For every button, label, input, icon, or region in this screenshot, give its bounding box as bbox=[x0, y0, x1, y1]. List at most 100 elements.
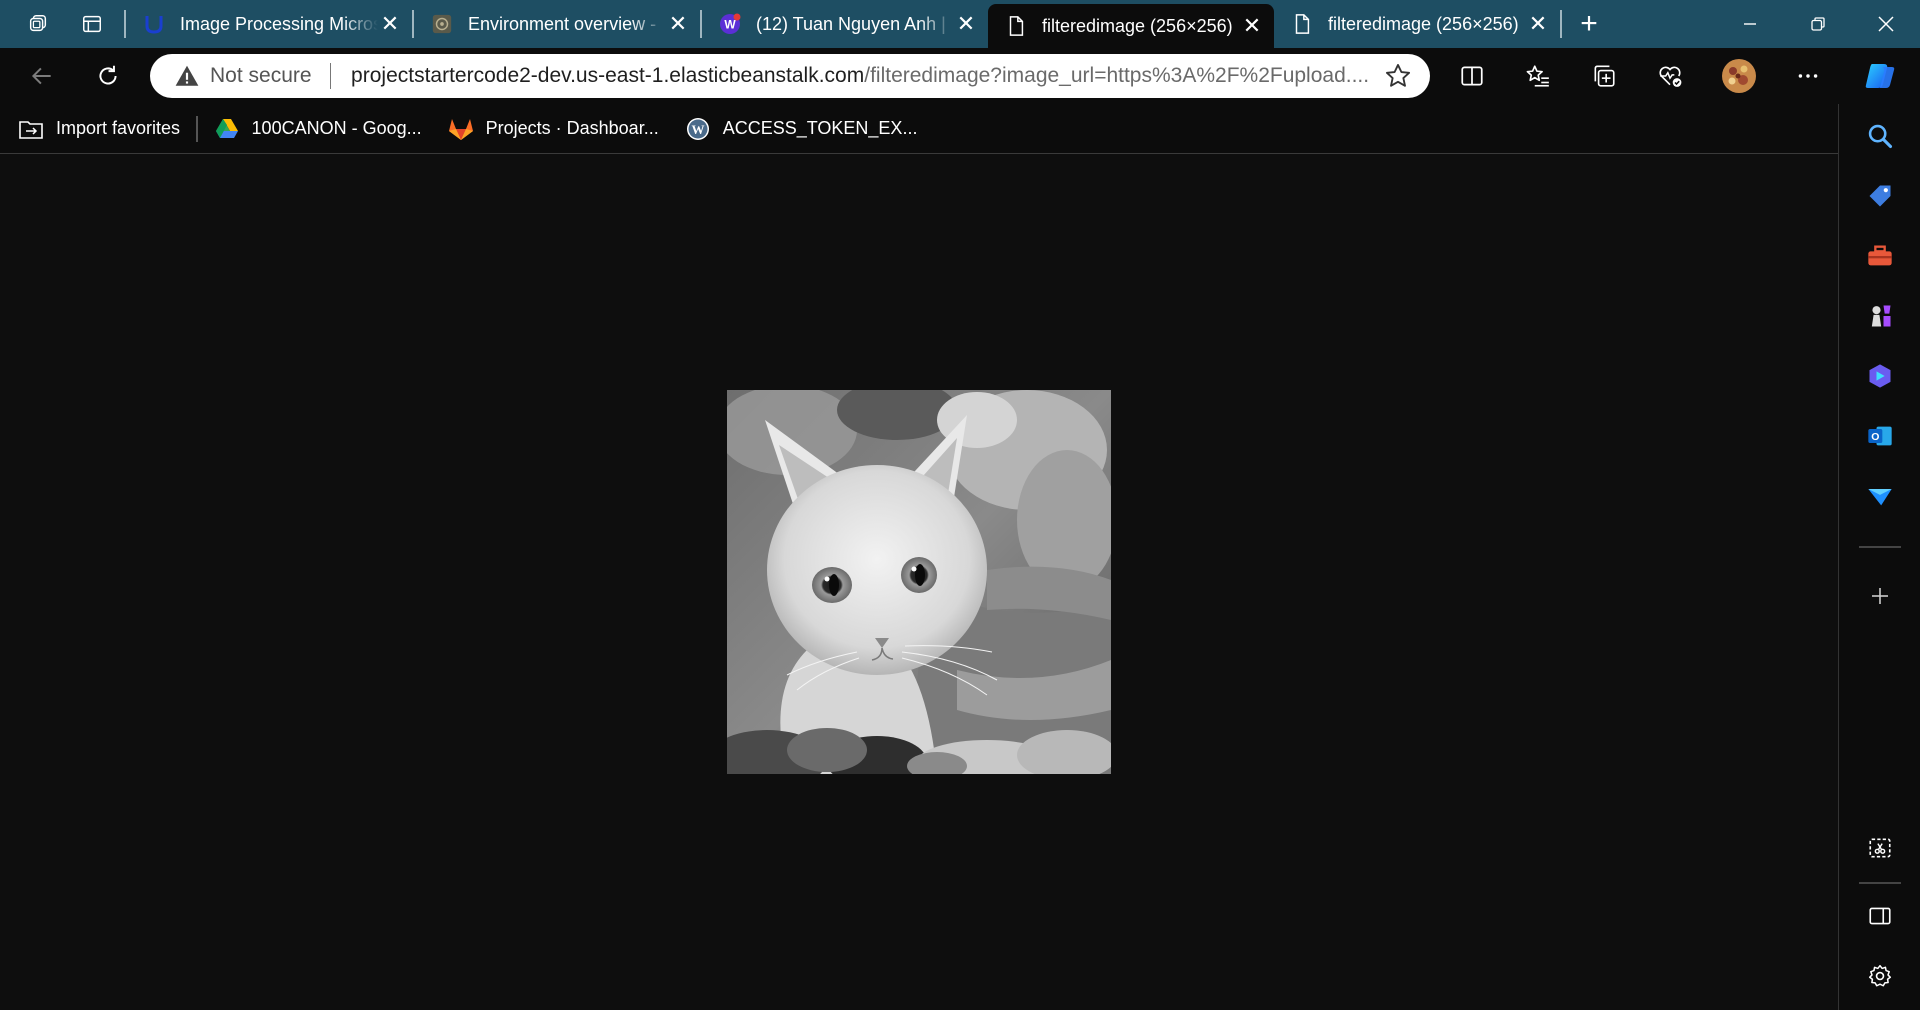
gitlab-icon bbox=[448, 116, 474, 142]
page-icon bbox=[1004, 14, 1028, 38]
chess-games-icon bbox=[1871, 305, 1891, 327]
favorite-projects-dashboard[interactable]: Projects · Dashboar... bbox=[448, 116, 659, 142]
outlook-icon: O bbox=[1868, 426, 1892, 446]
tab-environment-overview[interactable]: Environment overview - ✕ bbox=[414, 0, 700, 48]
close-tab-icon[interactable]: ✕ bbox=[1526, 11, 1550, 36]
udacity-icon bbox=[142, 12, 166, 36]
favorites-button[interactable] bbox=[1514, 52, 1562, 100]
plus-icon: + bbox=[1580, 7, 1598, 40]
restore-button[interactable] bbox=[1784, 0, 1852, 48]
url-path: /filteredimage?image_url=https%3A%2F%2Fu… bbox=[864, 64, 1370, 87]
sidebar-add-button[interactable] bbox=[1860, 576, 1900, 616]
security-status-label[interactable]: Not secure bbox=[210, 64, 312, 88]
grayscale-cat-image bbox=[727, 390, 1111, 774]
workspaces-icon bbox=[29, 15, 47, 32]
search-icon bbox=[1868, 124, 1893, 149]
tab-filteredimage-active[interactable]: filteredimage (256×256) ✕ bbox=[988, 4, 1274, 48]
close-tab-icon[interactable]: ✕ bbox=[1240, 13, 1264, 38]
collections-button[interactable] bbox=[1580, 52, 1628, 100]
tab-image-processing[interactable]: Image Processing Micros ✕ bbox=[126, 0, 412, 48]
copilot-icon bbox=[1865, 64, 1895, 88]
page-content bbox=[0, 155, 1838, 1010]
url-text[interactable]: projectstartercode2-dev.us-east-1.elasti… bbox=[351, 64, 1370, 88]
favorites-star-list-icon bbox=[1526, 65, 1549, 87]
refresh-button[interactable] bbox=[84, 52, 132, 100]
sidebar-shopping-button[interactable] bbox=[1860, 176, 1900, 216]
svg-text:W: W bbox=[724, 18, 736, 32]
refresh-icon bbox=[99, 65, 117, 85]
gear-icon bbox=[1868, 964, 1892, 987]
svg-text:W: W bbox=[691, 122, 704, 137]
sidebar-copilot-button[interactable] bbox=[1860, 356, 1900, 396]
copilot-hex-icon bbox=[1869, 364, 1891, 388]
import-icon bbox=[18, 116, 44, 142]
browser-essentials-button[interactable] bbox=[1646, 52, 1694, 100]
split-screen-button[interactable] bbox=[1448, 52, 1496, 100]
sidebar-hide-button[interactable] bbox=[1860, 896, 1900, 936]
window-controls bbox=[1716, 0, 1920, 48]
sidebar-tools-button[interactable] bbox=[1860, 236, 1900, 276]
favorites-separator bbox=[196, 115, 198, 142]
favorite-label: ACCESS_TOKEN_EX... bbox=[722, 118, 918, 138]
browser-toolbar: Not secure projectstartercode2-dev.us-ea… bbox=[0, 48, 1920, 104]
drop-send-icon bbox=[1868, 489, 1892, 506]
tab-tuan-nguyen[interactable]: W (12) Tuan Nguyen Anh | ✕ bbox=[702, 0, 988, 48]
restore-icon bbox=[1811, 17, 1825, 31]
workspaces-button[interactable] bbox=[14, 0, 62, 48]
profile-avatar-button[interactable] bbox=[1715, 52, 1763, 100]
sidebar-toggle-icon bbox=[1869, 907, 1891, 925]
favorite-access-token[interactable]: W ACCESS_TOKEN_EX... bbox=[685, 116, 918, 142]
favorite-label: Projects · Dashboar... bbox=[485, 118, 659, 138]
warning-icon bbox=[175, 65, 199, 86]
edge-sidebar: O bbox=[1838, 104, 1920, 1010]
tab-title: (12) Tuan Nguyen Anh | bbox=[756, 13, 946, 34]
favorite-import-favorites[interactable]: Import favorites bbox=[18, 116, 180, 142]
url-host: projectstartercode2-dev.us-east-1.elasti… bbox=[351, 64, 865, 87]
collections-icon bbox=[1594, 65, 1615, 87]
tab-actions-button[interactable] bbox=[68, 0, 116, 48]
favorites-bar: Import favorites 100CANON - Goog... Proj… bbox=[0, 104, 1838, 154]
tab-actions-icon bbox=[83, 15, 101, 33]
address-divider bbox=[329, 63, 332, 89]
avatar bbox=[1722, 59, 1756, 93]
wordpress-icon: W bbox=[685, 116, 711, 142]
close-tab-icon[interactable]: ✕ bbox=[378, 11, 402, 36]
add-favorite-star-icon[interactable] bbox=[1384, 62, 1412, 90]
tab-title: Environment overview - bbox=[468, 13, 657, 34]
aws-beanstalk-icon bbox=[430, 12, 454, 36]
sidebar-screenshot-button[interactable] bbox=[1860, 828, 1900, 868]
settings-and-more-button[interactable] bbox=[1784, 52, 1832, 100]
sidebar-settings-button[interactable] bbox=[1860, 956, 1900, 996]
toolbox-icon bbox=[1868, 245, 1892, 266]
social-w-icon: W bbox=[718, 12, 742, 36]
page-icon bbox=[1290, 12, 1314, 36]
sidebar-outlook-button[interactable]: O bbox=[1860, 416, 1900, 456]
favorite-label: Import favorites bbox=[56, 118, 181, 138]
tab-title: filteredimage (256×256) bbox=[1328, 13, 1519, 34]
split-screen-icon bbox=[1461, 66, 1483, 86]
copilot-button[interactable] bbox=[1856, 52, 1904, 100]
back-arrow-icon bbox=[31, 67, 51, 85]
close-tab-icon[interactable]: ✕ bbox=[666, 11, 690, 36]
back-button[interactable] bbox=[18, 52, 66, 100]
tab-title: filteredimage (256×256) bbox=[1042, 15, 1233, 36]
tab-title: Image Processing Micros bbox=[180, 13, 378, 34]
heart-pulse-icon bbox=[1659, 66, 1682, 87]
sidebar-games-button[interactable] bbox=[1860, 296, 1900, 336]
more-dots-icon bbox=[1798, 74, 1818, 78]
sidebar-separator bbox=[1859, 546, 1901, 548]
tab-filteredimage[interactable]: filteredimage (256×256) ✕ bbox=[1274, 0, 1560, 48]
sidebar-drop-button[interactable] bbox=[1860, 476, 1900, 516]
screenshot-icon bbox=[1869, 838, 1891, 858]
close-tab-icon[interactable]: ✕ bbox=[954, 11, 978, 36]
new-tab-button[interactable]: + bbox=[1562, 0, 1616, 48]
sidebar-search-button[interactable] bbox=[1860, 116, 1900, 156]
address-bar[interactable]: Not secure projectstartercode2-dev.us-ea… bbox=[150, 54, 1430, 98]
minimize-button[interactable] bbox=[1716, 0, 1784, 48]
favorite-100canon[interactable]: 100CANON - Goog... bbox=[214, 116, 422, 142]
favorite-label: 100CANON - Goog... bbox=[251, 118, 422, 138]
sidebar-separator bbox=[1859, 882, 1901, 884]
close-window-button[interactable] bbox=[1852, 0, 1920, 48]
google-drive-icon bbox=[214, 116, 240, 142]
svg-text:O: O bbox=[1871, 431, 1879, 443]
